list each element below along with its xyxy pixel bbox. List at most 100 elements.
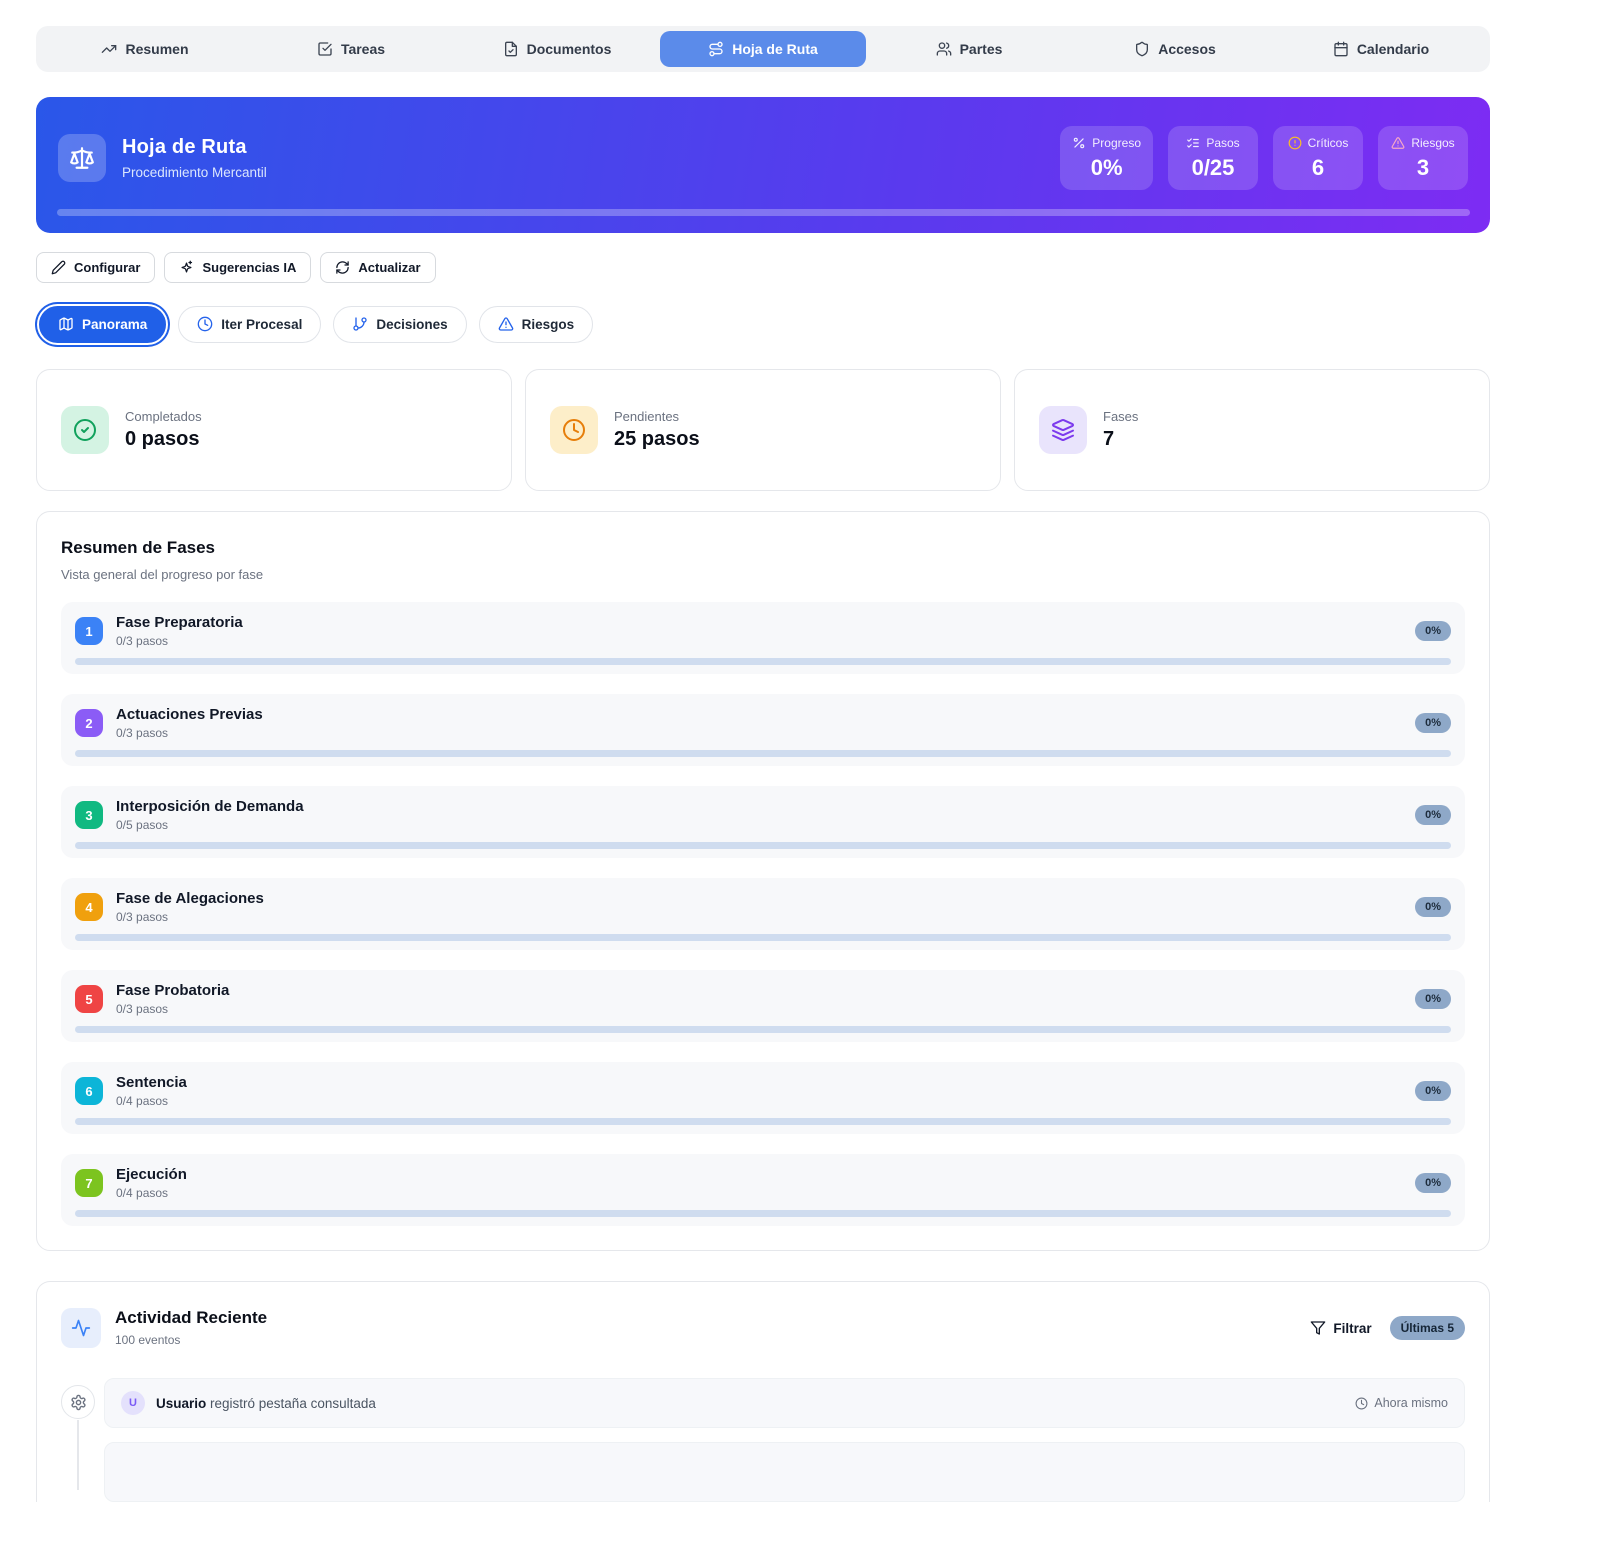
phase-progress-track [75,842,1451,849]
viewtab-panorama[interactable]: Panorama [39,306,166,343]
tab-resumen[interactable]: Resumen [42,31,248,67]
phase-percent-badge: 0% [1415,805,1451,825]
viewtab-decisiones[interactable]: Decisiones [333,306,466,343]
configurar-button[interactable]: Configurar [36,252,155,283]
card-fases: Fases 7 [1014,369,1490,491]
phase-progress-track [75,934,1451,941]
stat-pasos: Pasos 0/25 [1168,126,1258,190]
actualizar-button[interactable]: Actualizar [320,252,435,283]
viewtab-label: Decisiones [376,317,447,332]
banner-progress-track [57,209,1470,216]
phase-name: Fase de Alegaciones [116,890,264,907]
git-branch-icon [352,316,368,332]
phase-name: Actuaciones Previas [116,706,263,723]
stat-progreso: Progreso 0% [1060,126,1153,190]
phase-name: Fase Preparatoria [116,614,243,631]
phase-steps: 0/3 pasos [116,1002,229,1016]
map-icon [58,316,74,332]
clock-icon [1355,1397,1368,1410]
viewtab-label: Riesgos [522,317,575,332]
tab-calendario[interactable]: Calendario [1278,31,1484,67]
activity-time-label: Ahora mismo [1374,1396,1448,1410]
activity-count: 100 eventos [115,1333,267,1347]
button-label: Actualizar [358,260,420,275]
phase-name: Interposición de Demanda [116,798,304,815]
activity-title: Actividad Reciente [115,1308,267,1328]
stat-label: Riesgos [1411,136,1454,150]
funnel-icon [1310,1320,1326,1336]
tab-label: Documentos [527,41,612,57]
button-label: Configurar [74,260,140,275]
roadmap-banner: Hoja de Ruta Procedimiento Mercantil Pro… [36,97,1490,233]
activity-text: Usuario registró pestaña consultada [156,1396,376,1411]
stat-label: Progreso [1092,136,1141,150]
phase-percent-badge: 0% [1415,989,1451,1009]
tab-tareas[interactable]: Tareas [248,31,454,67]
tab-partes[interactable]: Partes [866,31,1072,67]
alert-triangle-icon [1391,136,1405,150]
phase-progress-track [75,658,1451,665]
card-completados: Completados 0 pasos [36,369,512,491]
phase-steps: 0/4 pasos [116,1186,187,1200]
phases-summary-card: Resumen de Fases Vista general del progr… [36,511,1490,1251]
activity-item: U Usuario registró pestaña consultada Ah… [104,1378,1465,1428]
sugerencias-ia-button[interactable]: Sugerencias IA [164,252,311,283]
card-label: Pendientes [614,409,700,424]
phase-row-6[interactable]: 6 Sentencia 0/4 pasos 0% [61,1062,1465,1134]
phases-title: Resumen de Fases [61,538,1465,558]
activity-actor: Usuario [156,1396,206,1411]
shield-icon [1134,41,1150,57]
tab-label: Tareas [341,41,385,57]
stat-label: Pasos [1206,136,1239,150]
filter-label: Filtrar [1333,1321,1371,1336]
phase-percent-badge: 0% [1415,1173,1451,1193]
tab-label: Partes [960,41,1003,57]
phase-steps: 0/3 pasos [116,910,264,924]
viewtab-iter-procesal[interactable]: Iter Procesal [178,306,321,343]
phase-row-3[interactable]: 3 Interposición de Demanda 0/5 pasos 0% [61,786,1465,858]
stat-label: Críticos [1308,136,1349,150]
gear-icon [61,1385,95,1419]
calendar-icon [1333,41,1349,57]
last-five-badge[interactable]: Últimas 5 [1390,1316,1465,1340]
phase-steps: 0/3 pasos [116,634,243,648]
phase-row-7[interactable]: 7 Ejecución 0/4 pasos 0% [61,1154,1465,1226]
viewtab-riesgos[interactable]: Riesgos [479,306,594,343]
activity-time: Ahora mismo [1355,1396,1448,1410]
view-tabs: Panorama Iter Procesal Decisiones Riesgo… [36,303,1607,345]
sparkles-icon [179,260,194,275]
phase-number-badge: 1 [75,617,103,645]
clock-icon [550,406,598,454]
phase-steps: 0/4 pasos [116,1094,187,1108]
summary-cards: Completados 0 pasos Pendientes 25 pasos … [36,369,1490,491]
stat-value: 3 [1390,155,1456,181]
phase-row-4[interactable]: 4 Fase de Alegaciones 0/3 pasos 0% [61,878,1465,950]
action-bar: Configurar Sugerencias IA Actualizar [36,252,1607,283]
phase-number-badge: 4 [75,893,103,921]
phase-row-5[interactable]: 5 Fase Probatoria 0/3 pasos 0% [61,970,1465,1042]
list-checks-icon [1186,136,1200,150]
phase-progress-track [75,1118,1451,1125]
tab-accesos[interactable]: Accesos [1072,31,1278,67]
tab-label: Accesos [1158,41,1216,57]
phase-number-badge: 7 [75,1169,103,1197]
activity-pulse-icon [61,1308,101,1348]
recent-activity-card: Actividad Reciente 100 eventos Filtrar Ú… [36,1281,1490,1502]
top-navigation: Resumen Tareas Documentos Hoja de Ruta P… [36,26,1490,72]
viewtab-label: Panorama [82,317,147,332]
layers-icon [1039,406,1087,454]
phase-row-2[interactable]: 2 Actuaciones Previas 0/3 pasos 0% [61,694,1465,766]
card-value: 0 pasos [125,428,202,451]
button-label: Sugerencias IA [202,260,296,275]
phase-row-1[interactable]: 1 Fase Preparatoria 0/3 pasos 0% [61,602,1465,674]
phase-progress-track [75,1210,1451,1217]
filtrar-button[interactable]: Filtrar [1310,1320,1371,1336]
percent-icon [1072,136,1086,150]
check-circle-icon [61,406,109,454]
tab-hoja-de-ruta[interactable]: Hoja de Ruta [660,31,866,67]
tab-documentos[interactable]: Documentos [454,31,660,67]
trending-up-icon [101,41,117,57]
card-label: Completados [125,409,202,424]
stat-riesgos: Riesgos 3 [1378,126,1468,190]
viewtab-label: Iter Procesal [221,317,302,332]
